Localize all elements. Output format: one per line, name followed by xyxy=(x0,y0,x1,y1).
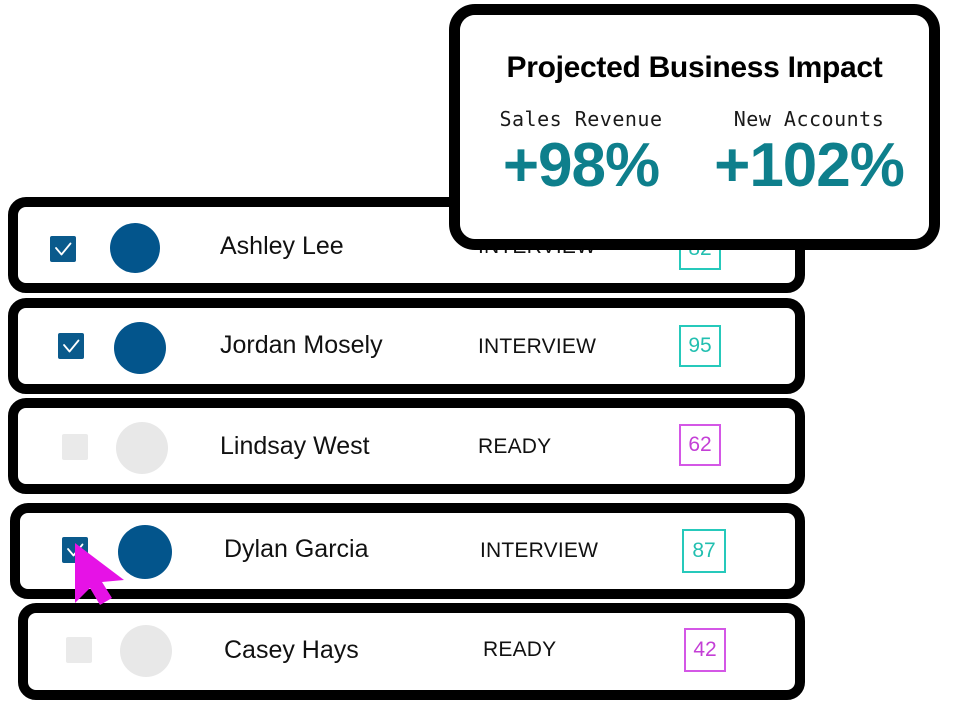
checkmark-icon xyxy=(55,242,72,256)
metric-value: +98% xyxy=(502,131,660,200)
metric-new-accounts: New Accounts +102% xyxy=(698,107,920,198)
avatar xyxy=(110,223,160,273)
candidate-score-badge: 42 xyxy=(684,628,726,672)
candidate-name: Lindsay West xyxy=(220,432,370,460)
metric-label: Sales Revenue xyxy=(499,107,663,131)
avatar xyxy=(114,322,166,374)
candidate-status: INTERVIEW xyxy=(480,539,599,562)
candidate-name: Dylan Garcia xyxy=(224,535,369,563)
projected-business-impact-card: Projected Business Impact Sales Revenue … xyxy=(449,4,940,250)
candidate-name: Casey Hays xyxy=(224,636,359,664)
card-inner: Projected Business Impact Sales Revenue … xyxy=(460,15,929,239)
mouse-cursor-icon xyxy=(75,543,124,605)
candidate-score-badge: 95 xyxy=(679,325,721,367)
row-checkbox-unchecked[interactable] xyxy=(62,434,88,460)
candidate-status: READY xyxy=(483,638,557,661)
candidate-score-badge: 62 xyxy=(679,424,721,466)
candidate-status: READY xyxy=(478,435,552,458)
checkmark-icon xyxy=(63,339,80,353)
row-checkbox-checked[interactable] xyxy=(50,236,76,262)
candidate-name: Ashley Lee xyxy=(220,232,344,260)
candidate-status: INTERVIEW xyxy=(478,335,597,358)
candidate-name: Jordan Mosely xyxy=(220,331,383,359)
card-title: Projected Business Impact xyxy=(506,51,883,84)
metric-sales-revenue: Sales Revenue +98% xyxy=(470,107,692,198)
avatar xyxy=(116,422,168,474)
row-checkbox-checked[interactable] xyxy=(58,333,84,359)
metric-label: New Accounts xyxy=(733,107,885,131)
row-checkbox-unchecked[interactable] xyxy=(66,637,92,663)
avatar xyxy=(120,625,172,677)
candidate-score-badge: 87 xyxy=(682,529,726,573)
metric-value: +102% xyxy=(714,131,905,200)
